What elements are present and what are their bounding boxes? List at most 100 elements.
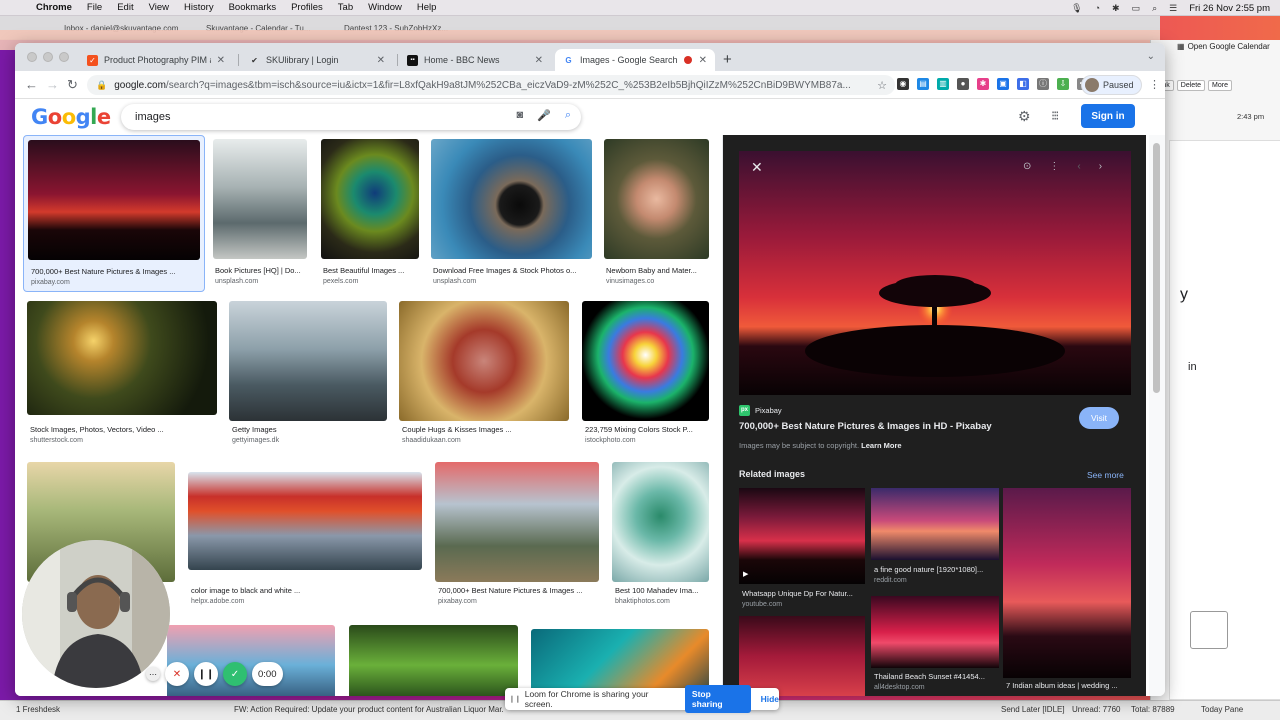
extension-icon[interactable]: ▥ bbox=[937, 78, 949, 90]
prev-arrow-icon[interactable]: ‹ bbox=[1077, 161, 1080, 172]
result-thumbnail[interactable] bbox=[349, 625, 518, 696]
result-thumbnail[interactable] bbox=[229, 301, 387, 421]
window-minimize-button[interactable] bbox=[43, 52, 53, 62]
related-image[interactable] bbox=[739, 616, 865, 696]
extension-icon[interactable]: ⓘ bbox=[1037, 78, 1049, 90]
extension-icon[interactable]: ● bbox=[957, 78, 969, 90]
close-tab-icon[interactable]: ✕ bbox=[217, 55, 225, 66]
result-thumbnail[interactable] bbox=[435, 462, 599, 582]
learn-more-link[interactable]: Learn More bbox=[861, 441, 901, 450]
menu-tab[interactable]: Tab bbox=[338, 2, 353, 13]
bluetooth-icon[interactable]: ✱ bbox=[1112, 3, 1120, 14]
new-tab-plus-icon[interactable]: + bbox=[723, 51, 732, 68]
loom-more-icon[interactable]: ⋯ bbox=[146, 667, 160, 681]
preview-image[interactable] bbox=[739, 151, 1131, 395]
image-result[interactable]: Getty Images gettyimages.dk bbox=[229, 301, 387, 451]
search-icon[interactable]: ⌕ bbox=[1152, 3, 1157, 14]
result-thumbnail[interactable] bbox=[188, 472, 422, 570]
menu-file[interactable]: File bbox=[87, 2, 102, 13]
gear-icon[interactable]: ⚙ bbox=[1018, 108, 1031, 125]
today-pane-toggle[interactable]: Today Pane bbox=[1201, 705, 1243, 714]
related-image[interactable]: 7 Indian album ideas | wedding ... bbox=[1003, 488, 1131, 696]
image-result[interactable]: 700,000+ Best Nature Pictures & Images .… bbox=[435, 462, 599, 612]
visit-button[interactable]: Visit bbox=[1079, 407, 1119, 429]
result-thumbnail[interactable] bbox=[28, 140, 200, 260]
image-result[interactable]: 223,759 Mixing Colors Stock P... istockp… bbox=[582, 301, 709, 451]
camera-icon[interactable]: ◙ bbox=[516, 109, 523, 122]
extension-icon[interactable]: ⇩ bbox=[1057, 78, 1069, 90]
result-thumbnail[interactable] bbox=[604, 139, 709, 259]
related-thumbnail[interactable] bbox=[739, 616, 865, 696]
extension-icon[interactable]: ▣ bbox=[997, 78, 1009, 90]
open-google-calendar-button[interactable]: ▦ Open Google Calendar bbox=[1177, 42, 1270, 51]
loom-pause-button[interactable]: ❙❙ bbox=[194, 662, 218, 686]
result-thumbnail[interactable] bbox=[213, 139, 307, 259]
related-image[interactable]: a fine good nature [1920*1080]... reddit… bbox=[871, 488, 999, 592]
related-thumbnail[interactable] bbox=[871, 488, 999, 560]
menu-edit[interactable]: Edit bbox=[117, 2, 133, 13]
result-thumbnail[interactable] bbox=[531, 629, 709, 696]
menu-bookmarks[interactable]: Bookmarks bbox=[229, 2, 277, 13]
related-thumbnail[interactable] bbox=[739, 488, 865, 584]
image-result[interactable]: Couple Hugs & Kisses Images ... shaadidu… bbox=[399, 301, 569, 451]
more-button[interactable]: More bbox=[1208, 80, 1232, 91]
menubar-datetime[interactable]: Fri 26 Nov 2:55 pm bbox=[1189, 3, 1270, 14]
sign-in-button[interactable]: Sign in bbox=[1081, 104, 1135, 128]
lens-icon[interactable]: ⊙ bbox=[1023, 161, 1031, 172]
image-result[interactable]: Best Beautiful Images ... pexels.com bbox=[321, 139, 419, 289]
image-result[interactable]: Stock Images, Photos, Vectors, Video ...… bbox=[27, 301, 217, 451]
related-thumbnail[interactable] bbox=[1003, 488, 1131, 678]
menu-help[interactable]: Help bbox=[417, 2, 437, 13]
image-result[interactable]: Book Pictures [HQ] | Do... unsplash.com bbox=[213, 139, 309, 289]
window-zoom-button[interactable] bbox=[59, 52, 69, 62]
hide-button[interactable]: Hide bbox=[761, 694, 779, 704]
extension-loom-icon[interactable]: ◉ bbox=[897, 78, 909, 90]
microphone-icon[interactable]: 🎙 bbox=[1071, 3, 1082, 14]
search-box[interactable]: images ◙ 🎤 ⌕ bbox=[121, 104, 581, 130]
image-result[interactable]: Best 100 Mahadev Ima... bhaktiphotos.com bbox=[612, 462, 709, 612]
loom-finish-button[interactable]: ✓ bbox=[223, 662, 247, 686]
result-thumbnail[interactable] bbox=[321, 139, 419, 259]
menu-app-chrome[interactable]: Chrome bbox=[36, 2, 72, 13]
profile-button[interactable]: Paused bbox=[1081, 75, 1142, 95]
window-close-button[interactable] bbox=[27, 52, 37, 62]
more-vert-icon[interactable]: ⋮ bbox=[1049, 161, 1059, 172]
preview-source[interactable]: px Pixabay bbox=[739, 405, 782, 416]
image-result[interactable]: 700,000+ Best Nature Pictures & Images .… bbox=[23, 135, 205, 292]
tab-product-photography[interactable]: ✓ Product Photography PIM and ✕ bbox=[79, 49, 233, 71]
tab-bbc-news[interactable]: ▪▪ Home - BBC News ✕ bbox=[399, 49, 551, 71]
menu-window[interactable]: Window bbox=[368, 2, 402, 13]
menu-profiles[interactable]: Profiles bbox=[291, 2, 323, 13]
tab-skulibrary[interactable]: ✔ SKUlibrary | Login ✕ bbox=[241, 49, 393, 71]
preview-title[interactable]: 700,000+ Best Nature Pictures & Images i… bbox=[739, 421, 992, 432]
see-more-link[interactable]: See more bbox=[1087, 470, 1124, 480]
result-thumbnail[interactable] bbox=[612, 462, 709, 582]
scrollbar-thumb[interactable] bbox=[1153, 143, 1160, 393]
forward-arrow-icon[interactable]: → bbox=[46, 77, 59, 92]
close-icon[interactable]: ✕ bbox=[751, 159, 763, 176]
image-result[interactable]: Download Free Images & Stock Photos o...… bbox=[431, 139, 592, 289]
reload-icon[interactable]: ↻ bbox=[67, 77, 78, 93]
related-image[interactable]: Thailand Beach Sunset #41454... all4desk… bbox=[871, 596, 999, 696]
result-thumbnail[interactable] bbox=[582, 301, 709, 421]
lock-icon[interactable]: 🔒 bbox=[96, 80, 107, 91]
back-arrow-icon[interactable]: ← bbox=[25, 77, 38, 92]
control-center-icon[interactable]: ☰ bbox=[1169, 3, 1177, 14]
menu-view[interactable]: View bbox=[149, 2, 169, 13]
extension-icon[interactable]: ✱ bbox=[977, 78, 989, 90]
result-thumbnail[interactable] bbox=[27, 301, 217, 415]
image-result[interactable] bbox=[531, 629, 709, 696]
page-scrollbar[interactable] bbox=[1149, 135, 1165, 696]
search-icon[interactable]: ⌕ bbox=[565, 109, 571, 122]
extension-icon[interactable]: ▤ bbox=[917, 78, 929, 90]
microphone-icon[interactable]: 🎤 bbox=[537, 109, 551, 122]
result-thumbnail[interactable] bbox=[431, 139, 592, 259]
image-result[interactable] bbox=[349, 625, 518, 696]
chrome-menu-icon[interactable]: ⋮ bbox=[1149, 78, 1160, 91]
related-thumbnail[interactable] bbox=[871, 596, 999, 668]
menu-history[interactable]: History bbox=[184, 2, 214, 13]
tab-search-chevron-icon[interactable]: ⌄ bbox=[1147, 51, 1155, 62]
drag-handle-icon[interactable]: ❙❙ bbox=[509, 695, 521, 703]
address-bar[interactable]: 🔒 google.com/search?q=images&tbm=isch&so… bbox=[87, 75, 895, 95]
next-arrow-icon[interactable]: › bbox=[1099, 161, 1102, 172]
